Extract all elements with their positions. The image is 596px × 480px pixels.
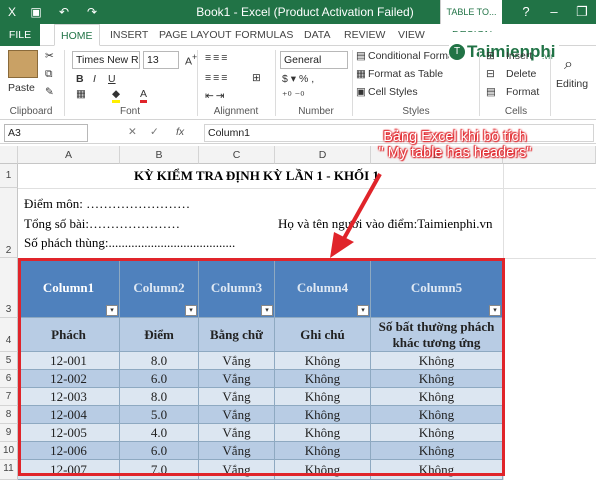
font-group-label: Font <box>119 106 140 117</box>
name-box[interactable]: A3 <box>4 124 88 142</box>
total-line: Tổng số bài:………………… <box>24 216 180 231</box>
alignment-group-label: Alignment <box>213 106 259 117</box>
row-header[interactable]: 11 <box>0 460 18 480</box>
row-header[interactable]: 7 <box>0 388 18 406</box>
tab-formulas[interactable]: FORMULAS <box>229 24 299 46</box>
cut-icon[interactable]: ✂ <box>45 50 54 62</box>
help-icon[interactable]: ? <box>512 0 540 24</box>
bold-icon[interactable]: B <box>76 73 84 85</box>
minimize-icon[interactable]: – <box>540 0 568 24</box>
insert-cells-icon[interactable]: ⊞ <box>486 50 495 62</box>
format-cells-icon[interactable]: ▤ <box>486 86 496 98</box>
column-header[interactable]: C <box>199 146 275 164</box>
column-header[interactable]: A <box>18 146 120 164</box>
delete-cells-icon[interactable]: ⊟ <box>486 68 495 80</box>
row-header[interactable]: 8 <box>0 406 18 424</box>
excel-logo-icon: X <box>7 5 16 19</box>
format-table-icon[interactable]: ▦ <box>356 68 366 80</box>
restore-icon[interactable]: ❐ <box>568 0 596 24</box>
tab-page-layout[interactable]: PAGE LAYOUT <box>153 24 238 46</box>
divider <box>479 50 480 116</box>
logo-icon: T <box>449 44 465 60</box>
tab-data[interactable]: DATA <box>298 24 336 46</box>
decimal-icon[interactable]: ⁺⁰ ⁻⁰ <box>282 90 304 102</box>
cell-styles-button[interactable]: Cell Styles <box>368 86 418 98</box>
fill-color-icon[interactable]: ◆ <box>112 88 121 103</box>
tab-insert[interactable]: INSERT <box>104 24 154 46</box>
save-icon[interactable]: ▣ <box>28 4 44 20</box>
format-as-table-button[interactable]: Format as Table <box>368 68 443 80</box>
watermark-logo: T Taimienphi .vn <box>449 32 559 62</box>
format-cells-button[interactable]: Format <box>506 86 539 98</box>
function-icon[interactable]: fx <box>176 126 184 138</box>
undo-icon[interactable]: ↶ <box>56 4 72 20</box>
code-line: Số phách thùng:.........................… <box>24 235 236 250</box>
title-bar: X ▣ ↶ ↷ Book1 - Excel (Product Activatio… <box>0 0 596 24</box>
annotation-line-1: Bảng Excel khi bỏ tích <box>383 129 527 145</box>
divider <box>550 50 551 116</box>
row-header[interactable]: 6 <box>0 370 18 388</box>
redo-icon[interactable]: ↷ <box>84 4 100 20</box>
row-header[interactable]: 9 <box>0 424 18 442</box>
paste-button[interactable]: Paste <box>8 82 35 94</box>
tab-home[interactable]: HOME <box>54 24 100 46</box>
logo-suffix: .vn <box>542 52 553 61</box>
gridline <box>18 188 596 189</box>
annotation-arrow <box>330 173 382 258</box>
tab-file[interactable]: FILE <box>0 24 40 46</box>
row-header[interactable]: 2 <box>0 188 18 258</box>
cells-group-label: Cells <box>504 106 528 117</box>
annotation-callout: Bảng Excel khi bỏ tích " My table has he… <box>330 129 580 161</box>
row-header[interactable]: 1 <box>0 164 18 188</box>
underline-icon[interactable]: U <box>108 73 116 85</box>
font-size-select[interactable]: 13 <box>143 51 179 69</box>
merge-center-icon[interactable]: ⊞ <box>252 72 261 84</box>
styles-group-label: Styles <box>402 106 430 117</box>
cell-styles-icon[interactable]: ▣ <box>356 86 366 98</box>
divider <box>64 50 65 116</box>
number-format-select[interactable]: General <box>280 51 348 69</box>
align-left-icon[interactable]: ≡≡≡ <box>205 72 229 84</box>
arrow-shaft <box>340 173 382 243</box>
align-top-icon[interactable]: ≡≡≡ <box>205 52 229 64</box>
format-painter-icon[interactable]: ✎ <box>45 86 54 98</box>
indent-icon[interactable]: ⇤⇥ <box>205 90 227 102</box>
tab-review[interactable]: REVIEW <box>338 24 391 46</box>
grow-font-icon[interactable]: A+ <box>185 52 197 68</box>
row-header[interactable]: 4 <box>0 318 18 352</box>
annotation-line-2: " My table has headers" <box>378 145 532 161</box>
subject-line: Điểm môn: …………………… <box>24 196 191 211</box>
divider <box>275 50 276 116</box>
insert-cells-button[interactable]: Insert <box>506 50 532 62</box>
select-all-corner[interactable] <box>0 146 18 164</box>
delete-cells-button[interactable]: Delete <box>506 68 536 80</box>
conditional-formatting-button[interactable]: Conditional Forma <box>368 50 454 62</box>
arrow-head <box>330 232 354 258</box>
paste-icon[interactable] <box>8 50 38 78</box>
find-icon[interactable]: ⌕ <box>564 56 573 74</box>
clipboard-group-label: Clipboard <box>9 106 53 117</box>
table-tools-tab[interactable]: TABLE TO... <box>440 0 502 24</box>
number-group-label: Number <box>298 106 334 117</box>
conditional-formatting-icon[interactable]: ▤ <box>356 50 366 62</box>
window-title: Book1 - Excel (Product Activation Failed… <box>196 5 414 19</box>
row-header[interactable]: 3 <box>0 258 18 318</box>
enter-icon[interactable]: ✓ <box>150 126 159 138</box>
copy-icon[interactable]: ⧉ <box>45 68 53 81</box>
window-controls: ? – ❐ <box>512 0 596 24</box>
italic-icon[interactable]: I <box>93 73 96 85</box>
highlight-frame <box>18 258 505 476</box>
cancel-icon[interactable]: ✕ <box>128 126 137 138</box>
ribbon: Paste ✂ ⧉ ✎ Clipboard Times New R 13 A+ … <box>0 32 596 120</box>
row-header[interactable]: 5 <box>0 352 18 370</box>
divider <box>352 50 353 116</box>
currency-icon[interactable]: $ ▾ % , <box>282 73 314 85</box>
editing-button[interactable]: Editing <box>556 78 588 90</box>
borders-icon[interactable]: ▦ <box>76 88 86 100</box>
tab-view[interactable]: VIEW <box>392 24 431 46</box>
row-header[interactable]: 10 <box>0 442 18 460</box>
font-name-select[interactable]: Times New R <box>72 51 140 69</box>
font-color-icon[interactable]: A <box>140 88 148 103</box>
column-header[interactable]: B <box>120 146 199 164</box>
